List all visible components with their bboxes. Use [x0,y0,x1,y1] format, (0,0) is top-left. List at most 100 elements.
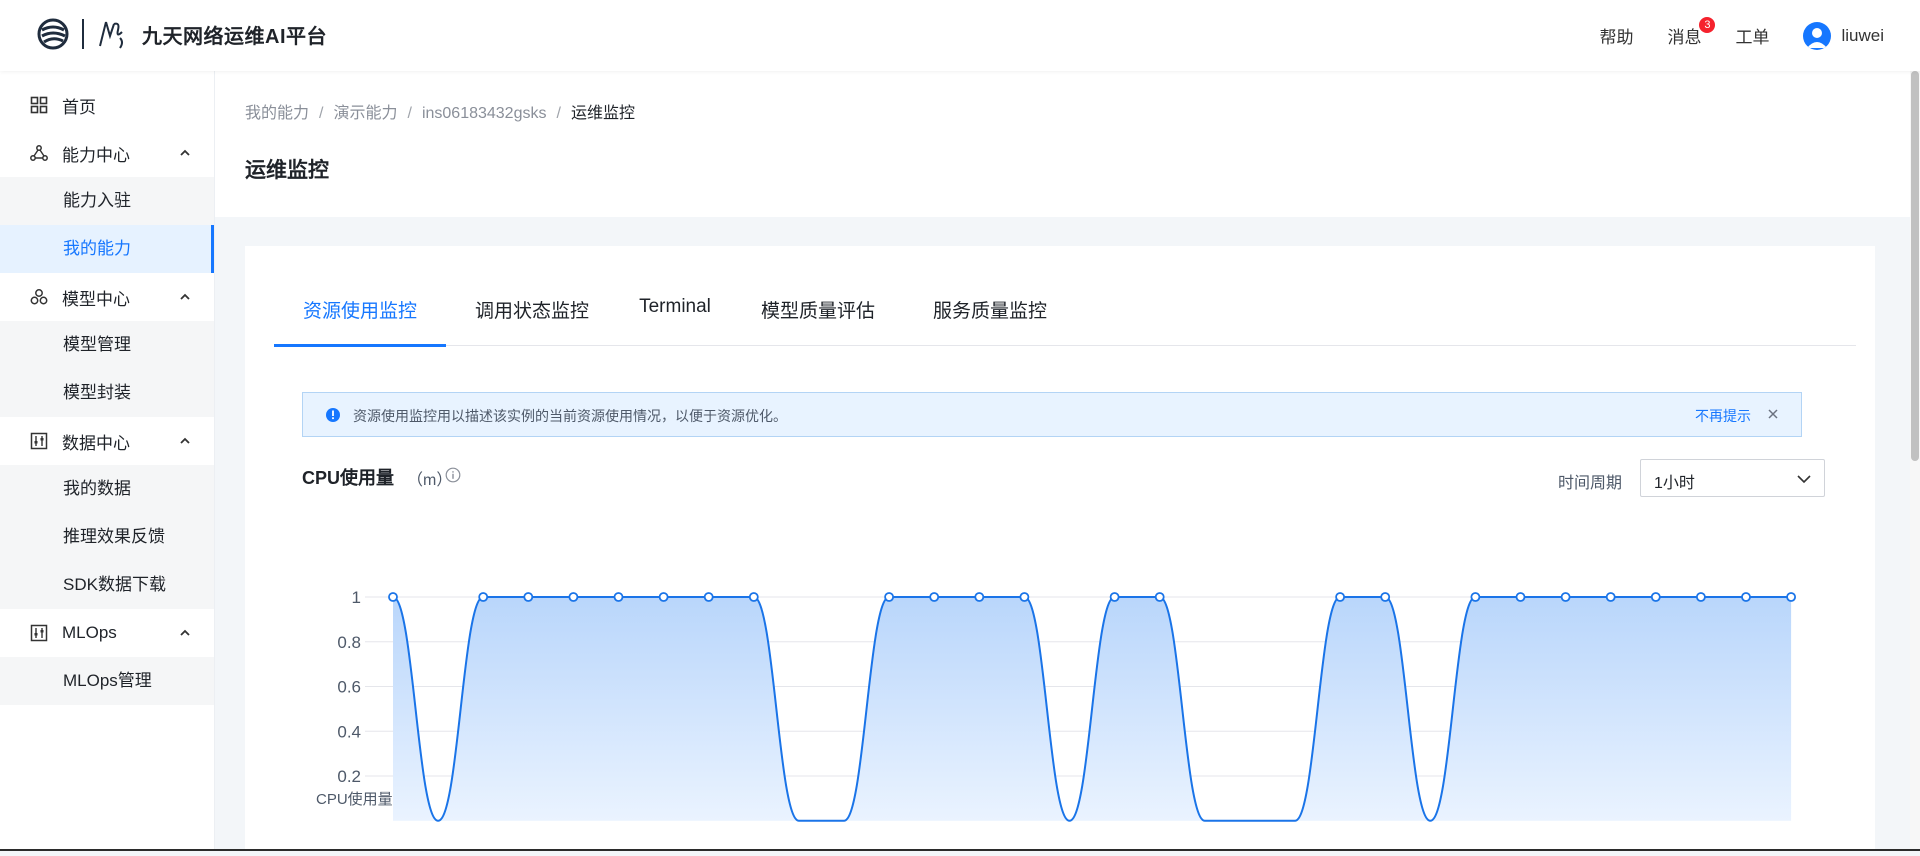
metric-title: CPU使用量 [302,468,395,488]
data-point[interactable] [929,592,940,602]
breadcrumb: 我的能力 / 演示能力 / ins06183432gsks / 运维监控 [245,99,635,123]
cluster-icon [30,288,48,306]
tab-model-quality[interactable]: 模型质量评估 [732,296,904,344]
grid-icon [30,96,48,114]
breadcrumb-item[interactable]: 我的能力 [245,105,309,122]
period-select-value: 1小时 [1654,475,1695,492]
logo[interactable]: 九天网络运维AI平台 [36,14,327,54]
data-submenu: 我的数据 推理效果反馈 SDK数据下载 [0,465,214,609]
page-header: 我的能力 / 演示能力 / ins06183432gsks / 运维监控 运维监控 [215,71,1920,217]
cpu-usage-chart: 1 0.8 0.6 0.4 0.2 CPU使用量 [316,588,1796,822]
sidebar-item-model-management[interactable]: 模型管理 [0,321,214,369]
chevron-up-icon [180,149,190,156]
chevron-up-icon [180,293,190,300]
sidebar-item-mlops-management[interactable]: MLOps管理 [0,657,214,705]
alert-message: 资源使用监控用以描述该实例的当前资源使用情况，以便于资源优化。 [353,408,787,424]
data-point[interactable] [1696,592,1706,602]
data-point[interactable] [1019,592,1030,602]
breadcrumb-separator: / [407,105,412,122]
info-outline-icon[interactable] [445,467,461,483]
help-link[interactable]: 帮助 [1599,23,1633,48]
data-point[interactable] [478,592,489,602]
data-point[interactable] [1605,592,1616,602]
data-point[interactable] [1154,592,1165,602]
sidebar-item-model-center[interactable]: 模型中心 [0,273,214,321]
data-point[interactable] [658,592,669,602]
tab-resource-monitor[interactable]: 资源使用监控 [274,296,446,347]
data-point[interactable] [1560,592,1571,602]
messages-label: 消息 [1667,28,1702,47]
period-label: 时间周期 [1558,475,1623,492]
data-point[interactable] [568,592,579,602]
data-point[interactable] [884,592,894,602]
nodes-icon [30,144,48,162]
sidebar-item-label: 数据中心 [62,433,130,453]
breadcrumb-item[interactable]: ins06183432gsks [422,105,547,122]
data-point[interactable] [703,592,714,602]
capability-submenu: 能力入驻 我的能力 [0,177,214,273]
sidebar-item-label: 模型中心 [62,289,130,309]
sliders-icon [30,432,48,450]
avatar [1803,21,1832,50]
tab-bar: 资源使用监控 调用状态监控 Terminal 模型质量评估 服务质量监控 [274,246,1856,347]
tickets-link[interactable]: 工单 [1735,23,1769,48]
breadcrumb-current: 运维监控 [570,105,635,122]
monitor-card: 资源使用监控 调用状态监控 Terminal 模型质量评估 服务质量监控 资源使… [245,246,1875,851]
user-menu[interactable]: liuwei [1803,21,1884,50]
tab-call-status-monitor[interactable]: 调用状态监控 [446,296,618,344]
sidebar-item-label: 首页 [62,97,96,117]
sidebar-item-capability-center[interactable]: 能力中心 [0,129,214,177]
sidebar-item-data-center[interactable]: 数据中心 [0,417,214,465]
data-point[interactable] [1741,592,1751,602]
scrollbar-thumb[interactable] [1911,71,1919,461]
data-point[interactable] [1650,592,1661,602]
data-point[interactable] [613,592,624,602]
data-point[interactable] [523,592,534,602]
period-select[interactable]: 1小时 [1640,459,1825,497]
model-submenu: 模型管理 模型封装 [0,321,214,417]
data-point[interactable] [1786,592,1796,602]
sidebar-item-model-packaging[interactable]: 模型封装 [0,369,214,417]
data-point[interactable] [1335,592,1345,602]
tab-service-quality[interactable]: 服务质量监控 [904,296,1076,344]
sidebar: 首页 能力中心 能力入驻 我的能力 模型中心 模型管理 模型封装 数据中心 我的… [0,71,215,851]
breadcrumb-separator: / [319,105,324,122]
brand-title: 九天网络运维AI平台 [142,25,327,48]
dont-remind-link[interactable]: 不再提示 [1695,406,1751,426]
sidebar-item-capability-onboard[interactable]: 能力入驻 [0,177,214,225]
top-header: 九天网络运维AI平台 帮助 消息 3 工单 liuwei [0,0,1920,71]
data-point[interactable] [1380,592,1391,602]
sidebar-item-inference-feedback[interactable]: 推理效果反馈 [0,513,214,561]
y-tick-label: 1 [352,588,361,607]
data-point[interactable] [1470,592,1481,602]
company-logo-icon [37,18,69,50]
tab-terminal[interactable]: Terminal [618,296,732,344]
data-point[interactable] [1109,592,1120,602]
messages-link[interactable]: 消息 3 [1667,17,1716,48]
sidebar-item-mlops[interactable]: MLOps [0,609,214,657]
info-alert: 资源使用监控用以描述该实例的当前资源使用情况，以便于资源优化。 不再提示 [302,392,1802,437]
y-tick-label: 0.6 [337,678,361,697]
chevron-up-icon [180,437,190,444]
breadcrumb-separator: / [556,105,561,122]
sidebar-item-label: 能力中心 [62,145,130,165]
sliders-icon [30,624,48,642]
sidebar-item-sdk-download[interactable]: SDK数据下载 [0,561,214,609]
jiutian-logo-icon [99,21,123,49]
data-point[interactable] [974,592,985,602]
data-point[interactable] [748,592,759,602]
breadcrumb-item[interactable]: 演示能力 [333,105,397,122]
y-tick-label: 0.8 [337,633,361,652]
chevron-down-icon [1797,475,1811,484]
y-tick-label: 0.4 [337,722,361,741]
sidebar-item-my-capability[interactable]: 我的能力 [0,225,214,273]
mlops-submenu: MLOps管理 [0,657,214,705]
close-icon[interactable] [1765,406,1781,422]
chevron-up-icon [180,629,190,636]
sidebar-item-home[interactable]: 首页 [0,81,214,129]
username: liuwei [1841,25,1884,45]
data-point[interactable] [388,592,398,602]
sidebar-item-my-data[interactable]: 我的数据 [0,465,214,513]
top-actions: 帮助 消息 3 工单 liuwei [1565,0,1884,71]
data-point[interactable] [1515,592,1526,602]
